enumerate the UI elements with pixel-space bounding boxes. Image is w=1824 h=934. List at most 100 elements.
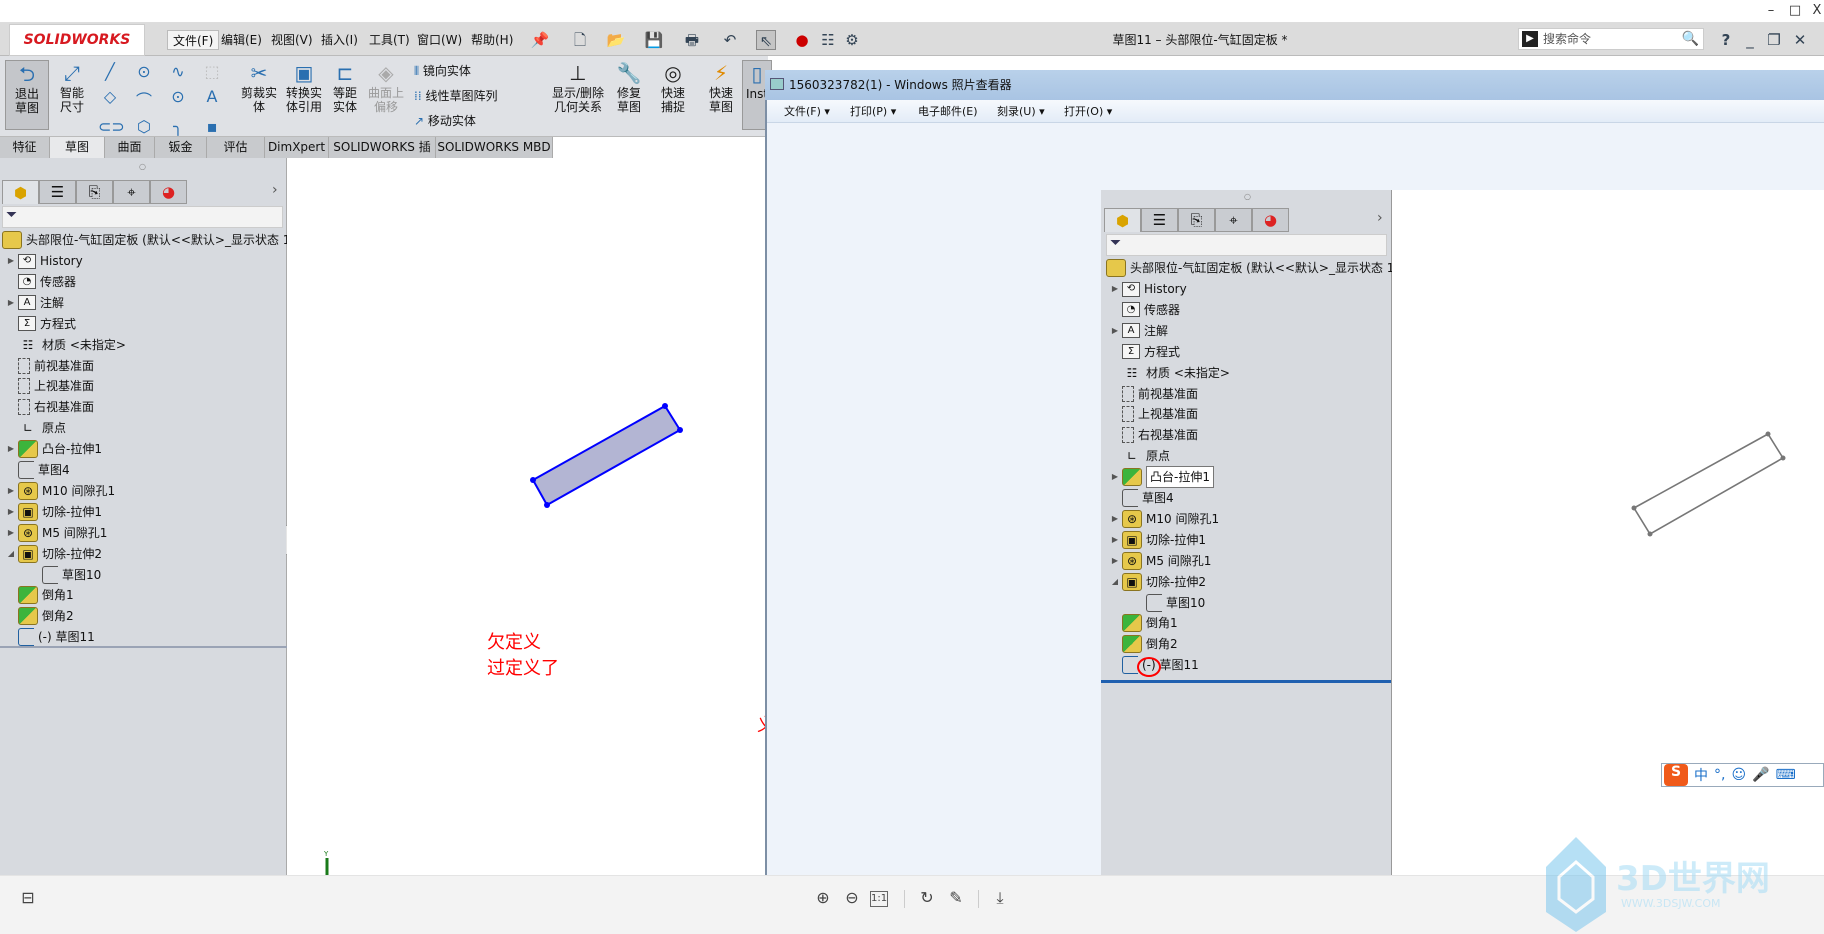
quick-snaps-button[interactable]: ◎ 快速捕捉 xyxy=(652,60,694,130)
tree-item[interactable]: ▶ ⊛ M5 间隙孔1 xyxy=(1108,551,1211,571)
search-icon[interactable]: 🔍 xyxy=(1682,29,1699,49)
tree-item[interactable]: ∟ 原点 xyxy=(1108,446,1170,466)
tree-item[interactable]: Σ 方程式 xyxy=(4,314,76,334)
tree-item[interactable]: 倒角2 xyxy=(4,606,74,626)
menu-view[interactable]: 视图(V) xyxy=(266,30,318,50)
download-icon[interactable]: ⤓ xyxy=(988,888,1012,908)
expand-toggle-icon[interactable]: ▶ xyxy=(4,251,18,271)
rebuild-traffic-light-icon[interactable]: ● xyxy=(792,30,812,50)
expand-toggle-icon[interactable]: ▶ xyxy=(4,481,18,501)
linear-pattern-button[interactable]: ⁞⁞ 线性草图阵列 xyxy=(414,85,497,107)
expand-toggle-icon[interactable]: ▶ xyxy=(4,439,18,459)
doc-restore-button[interactable]: ❐ xyxy=(1764,30,1784,50)
doc-minimize-button[interactable]: _ xyxy=(1740,30,1760,50)
tab-solidworks-addins[interactable]: SOLIDWORKS 插件 xyxy=(329,137,436,175)
tree-item[interactable]: ∟ 原点 xyxy=(4,418,66,438)
tree-item[interactable]: ▶ A 注解 xyxy=(4,293,64,313)
photo-viewer-title-bar[interactable]: 1560323782(1) - Windows 照片查看器 xyxy=(765,70,1824,100)
tab-surfaces[interactable]: 曲面 xyxy=(105,137,155,158)
exit-sketch-button[interactable]: ⮌ 退出草图 xyxy=(5,60,49,130)
file-properties-icon[interactable]: ☷ xyxy=(818,30,838,50)
convert-entities-button[interactable]: ▣ 转换实体引用 xyxy=(283,60,325,130)
tab-evaluate[interactable]: 评估 xyxy=(207,137,265,158)
circle-tool-icon[interactable]: ⊙ xyxy=(132,62,156,81)
viewer-menu-email[interactable]: 电子邮件(E) xyxy=(918,104,978,120)
tree-item[interactable]: Σ 方程式 xyxy=(1108,342,1180,362)
tree-item[interactable]: ▶ 凸台-拉伸1 xyxy=(1108,466,1214,489)
viewer-menu-open[interactable]: 打开(O) ▾ xyxy=(1064,104,1112,120)
tree-item[interactable]: ▶ ⊛ M10 间隙孔1 xyxy=(4,481,115,501)
emoji-icon[interactable]: ☺ xyxy=(1731,767,1746,783)
sogou-logo-icon[interactable]: S xyxy=(1664,764,1688,786)
dimxpert-tab-icon[interactable]: ⌖ xyxy=(113,180,150,204)
select-cursor-icon[interactable]: ⇖ xyxy=(756,30,776,50)
ellipse-tool-icon[interactable]: ⊙ xyxy=(166,87,190,111)
doc-close-button[interactable]: ✕ xyxy=(1790,30,1810,50)
tree-item[interactable]: 草图4 xyxy=(4,460,70,480)
repair-sketch-button[interactable]: 🔧 修复草图 xyxy=(608,60,650,130)
tree-item[interactable]: ◢ ▣ 切除-拉伸2 xyxy=(1108,572,1206,592)
menu-help[interactable]: 帮助(H) xyxy=(466,30,518,50)
tree-item[interactable]: 草图10 xyxy=(28,565,101,585)
tab-sheet-metal[interactable]: 钣金 xyxy=(155,137,207,158)
tree-item[interactable]: ▶ ▣ 切除-拉伸1 xyxy=(1108,530,1206,550)
expand-toggle-icon[interactable]: ▶ xyxy=(1108,467,1122,487)
menu-insert[interactable]: 插入(I) xyxy=(316,30,363,50)
line-tool-icon[interactable]: ╱ xyxy=(98,62,122,81)
tree-item[interactable]: ☷ 材质 <未指定> xyxy=(1108,363,1230,383)
propertymanager-tab-icon[interactable]: ☰ xyxy=(39,180,76,204)
featuremanager-tab-icon[interactable]: ⬢ xyxy=(2,180,39,204)
menu-window[interactable]: 窗口(W) xyxy=(412,30,467,50)
keyboard-icon[interactable]: ⌨ xyxy=(1776,767,1796,783)
zoom-in-icon[interactable]: ⊕ xyxy=(811,888,835,907)
mirror-entities-button[interactable]: ⫴ 镜向实体 xyxy=(414,60,471,82)
options-gear-icon[interactable]: ⚙ xyxy=(842,30,862,50)
tree-item[interactable]: ▶ 凸台-拉伸1 xyxy=(4,439,102,459)
rapid-sketch-button[interactable]: ⚡ 快速草图 xyxy=(700,60,742,130)
tree-item[interactable]: 上视基准面 xyxy=(1108,404,1198,424)
viewer-menu-file[interactable]: 文件(F) ▾ xyxy=(784,104,830,120)
save-icon[interactable]: 💾 xyxy=(644,30,664,50)
tree-item[interactable]: ◢ ▣ 切除-拉伸2 xyxy=(4,544,102,564)
tree-item[interactable]: ☷ 材质 <未指定> xyxy=(4,335,126,355)
rotate-icon[interactable]: ↻ xyxy=(915,888,939,907)
spline-tool-icon[interactable]: ∿ xyxy=(166,62,190,81)
menu-file[interactable]: 文件(F) xyxy=(167,30,220,50)
tree-item[interactable]: 右视基准面 xyxy=(1108,425,1198,445)
slideshow-panel-icon[interactable]: ⊟ xyxy=(16,888,40,907)
expand-toggle-icon[interactable]: ▶ xyxy=(1108,530,1122,550)
ime-toolbar[interactable]: S 中 °, ☺ 🎤 ⌨ xyxy=(1661,763,1824,787)
expand-toggle-icon[interactable]: ◢ xyxy=(1108,572,1122,592)
tree-item[interactable]: 前视基准面 xyxy=(1108,384,1198,404)
expand-toggle-icon[interactable]: ▶ xyxy=(4,502,18,522)
panel-expand-chevron-icon[interactable]: › xyxy=(272,182,278,198)
print-icon[interactable]: 🖶 xyxy=(682,30,702,50)
fillet-tool-icon[interactable]: ╮ xyxy=(166,117,190,136)
tree-item[interactable]: 倒角1 xyxy=(4,585,74,605)
maximize-button[interactable]: □ xyxy=(1784,3,1806,18)
minimize-button[interactable]: – xyxy=(1760,3,1782,18)
tree-item[interactable]: ◔ 传感器 xyxy=(1108,300,1180,320)
expand-toggle-icon[interactable]: ▶ xyxy=(1108,551,1122,571)
configurationmanager-tab-icon[interactable]: ⎘ xyxy=(76,180,113,204)
tree-item[interactable]: 倒角1 xyxy=(1108,613,1178,633)
tree-item[interactable]: 前视基准面 xyxy=(4,356,94,376)
tree-item[interactable]: 上视基准面 xyxy=(4,376,94,396)
point-tool-icon[interactable]: ▪ xyxy=(200,117,224,136)
expand-toggle-icon[interactable]: ▶ xyxy=(1108,279,1122,299)
tree-root[interactable]: 头部限位-气缸固定板 (默认<<默认>_显示状态 1>) xyxy=(2,230,305,250)
tree-filter-input[interactable]: ⏷ xyxy=(2,206,283,228)
tree-item[interactable]: 草图10 xyxy=(1132,593,1205,613)
expand-toggle-icon[interactable]: ◢ xyxy=(4,544,18,564)
tree-item[interactable]: ▶ ▣ 切除-拉伸1 xyxy=(4,502,102,522)
viewer-menu-print[interactable]: 打印(P) ▾ xyxy=(850,104,896,120)
offset-entities-button[interactable]: ⊏ 等距实体 xyxy=(326,60,364,130)
close-button[interactable]: X xyxy=(1806,3,1824,18)
display-manager-tab-icon[interactable]: ◕ xyxy=(150,180,187,204)
tree-item[interactable]: 倒角2 xyxy=(1108,634,1178,654)
microphone-icon[interactable]: 🎤 xyxy=(1752,767,1769,783)
help-button[interactable]: ? xyxy=(1716,30,1736,50)
search-commands-input[interactable]: ▶ 搜索命令 🔍 xyxy=(1518,28,1704,50)
trim-entities-button[interactable]: ✂ 剪裁实体 xyxy=(238,60,280,130)
graphics-area[interactable]: Y 欠定义 过定义了 义 xyxy=(287,158,775,875)
